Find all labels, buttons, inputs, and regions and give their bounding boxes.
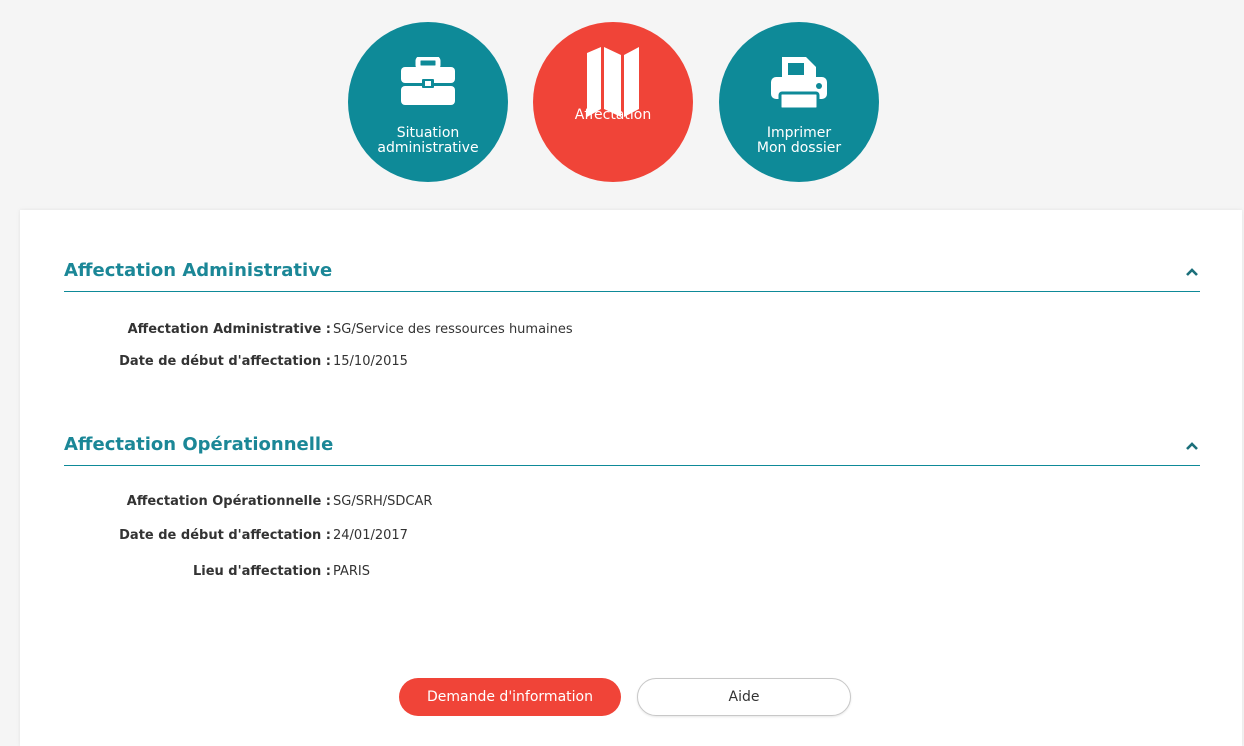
nav-imprimer-mon-dossier[interactable]: Imprimer Mon dossier: [719, 22, 879, 182]
section-title: Affectation Administrative: [64, 260, 333, 281]
section-header-administrative[interactable]: Affectation Administrative: [64, 260, 1200, 292]
top-navigation: Situation administrative Affectation Imp…: [0, 0, 1244, 200]
nav-label: Imprimer Mon dossier: [756, 125, 842, 156]
nav-affectation[interactable]: Affectation: [533, 22, 693, 182]
info-row: Affectation Opérationnelle : SG/SRH/SDCA…: [20, 494, 620, 514]
field-value: 24/01/2017: [333, 528, 408, 543]
field-value: SG/SRH/SDCAR: [333, 494, 433, 509]
briefcase-icon: [399, 48, 457, 116]
chevron-up-icon[interactable]: [1184, 264, 1200, 280]
nav-situation-administrative[interactable]: Situation administrative: [348, 22, 508, 182]
chevron-up-icon[interactable]: [1184, 438, 1200, 454]
info-row: Lieu d'affectation : PARIS: [20, 564, 620, 584]
info-row: Date de début d'affectation : 15/10/2015: [20, 354, 620, 374]
field-value: 15/10/2015: [333, 354, 408, 369]
help-button[interactable]: Aide: [637, 678, 851, 716]
affectation-card: Affectation Administrative Affectation A…: [20, 210, 1242, 746]
field-label: Date de début d'affectation :: [119, 528, 331, 543]
field-label: Date de début d'affectation :: [119, 354, 331, 369]
info-row: Date de début d'affectation : 24/01/2017: [20, 528, 620, 548]
section-title: Affectation Opérationnelle: [64, 434, 334, 455]
field-value: SG/Service des ressources humaines: [333, 322, 573, 337]
map-icon: [583, 47, 643, 117]
info-row: Affectation Administrative : SG/Service …: [20, 322, 620, 342]
nav-label: Affectation: [574, 107, 652, 123]
request-information-button[interactable]: Demande d'information: [399, 678, 621, 716]
section-header-operationnelle[interactable]: Affectation Opérationnelle: [64, 434, 1200, 466]
printer-icon: [768, 48, 830, 116]
field-value: PARIS: [333, 564, 371, 579]
field-label: Affectation Opérationnelle :: [126, 494, 331, 509]
field-label: Affectation Administrative :: [127, 322, 331, 337]
nav-label: Situation administrative: [377, 125, 479, 156]
field-label: Lieu d'affectation :: [192, 564, 331, 579]
